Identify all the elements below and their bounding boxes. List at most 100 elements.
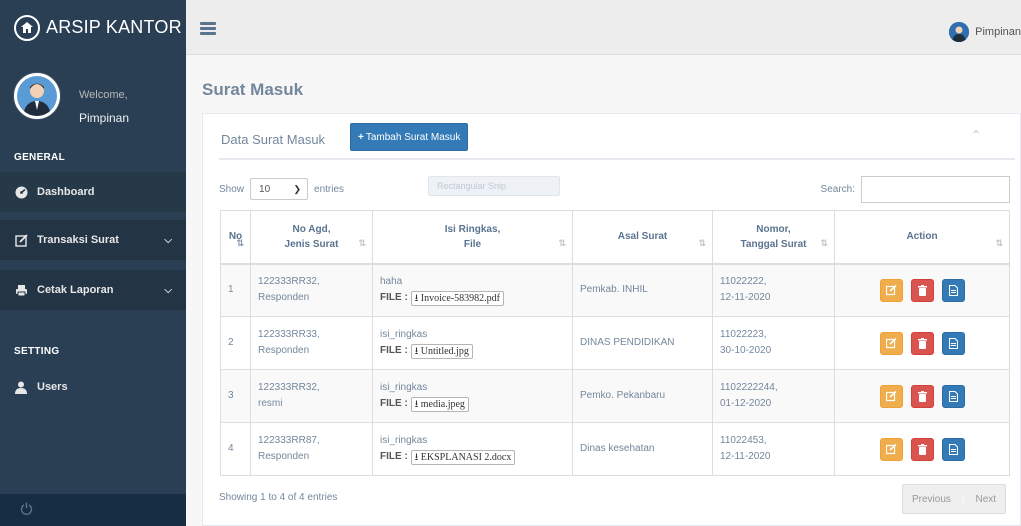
file-icon <box>948 284 958 296</box>
detail-button[interactable] <box>941 278 965 302</box>
power-icon[interactable] <box>20 502 33 518</box>
detail-button[interactable] <box>941 384 965 408</box>
header-isi[interactable]: Isi Ringkas, File ⇅ <box>372 210 573 265</box>
avatar <box>949 22 970 42</box>
header-nomor[interactable]: Nomor, Tanggal Surat ⇅ <box>712 210 835 265</box>
search-input[interactable] <box>861 176 1010 203</box>
cell-asal: Dinas kesehatan <box>572 422 713 476</box>
table-info: Showing 1 to 4 of 4 entries <box>219 492 338 503</box>
cell-action <box>834 369 1010 423</box>
chevron-down-icon: ❯ <box>293 183 302 194</box>
chevron-down-icon: ⌵ <box>164 284 172 296</box>
file-download-link[interactable]: ⭳ Invoice-583982.pdf <box>410 290 504 306</box>
plus-icon: + <box>358 131 364 143</box>
cell-agd: 122333RR87, Responden <box>250 422 373 476</box>
sidebar-item-users[interactable]: Users <box>0 367 186 407</box>
section-general: GENERAL <box>14 152 65 163</box>
show-label: Show <box>219 183 245 195</box>
cell-isi: isi_ringkas FILE : ⭳ EKSPLANASI 2.docx <box>372 422 573 476</box>
edit-icon <box>885 443 897 454</box>
detail-button[interactable] <box>941 331 965 355</box>
sidebar: ARSIP KANTOR Welcome, Pimpinan GENERAL D… <box>0 0 186 526</box>
edit-button[interactable] <box>879 437 903 461</box>
edit-button[interactable] <box>879 331 903 355</box>
detail-button[interactable] <box>941 437 965 461</box>
delete-button[interactable] <box>910 331 934 355</box>
sidebar-item-transaksi-surat[interactable]: Transaksi Surat ⌵ <box>0 220 186 260</box>
file-download-link[interactable]: ⭳ Untitled.jpg <box>410 343 473 359</box>
sidebar-item-cetak-laporan[interactable]: Cetak Laporan ⌵ <box>0 270 186 310</box>
menu-toggle-icon[interactable] <box>200 22 216 35</box>
user-menu[interactable]: Pimpinan <box>949 22 1021 42</box>
entries-label: entries <box>314 183 345 195</box>
edit-button[interactable] <box>879 278 903 302</box>
table-header-row: No ⇅ No Agd, Jenis Surat ⇅ Isi Ringkas, … <box>220 210 1010 265</box>
cell-isi: haha FILE : ⭳ Invoice-583982.pdf <box>372 263 573 317</box>
trash-icon <box>917 443 927 455</box>
trash-icon <box>917 390 927 402</box>
next-button[interactable]: Next <box>967 485 1006 513</box>
sidebar-item-label: Cetak Laporan <box>37 284 114 296</box>
search-control: Search: <box>821 176 1010 203</box>
page-size-select[interactable]: 10 ❯ <box>250 178 309 200</box>
header-agd[interactable]: No Agd, Jenis Surat ⇅ <box>250 210 373 265</box>
file-download-link[interactable]: ⭳ EKSPLANASI 2.docx <box>410 449 516 465</box>
user-icon <box>14 381 28 394</box>
delete-button[interactable] <box>910 384 934 408</box>
chevron-up-icon[interactable]: ⌃ <box>971 128 981 142</box>
download-icon: ⭳ <box>414 292 419 304</box>
delete-button[interactable] <box>910 278 934 302</box>
cell-agd: 122333RR32, resmi <box>250 369 373 423</box>
brand[interactable]: ARSIP KANTOR <box>0 0 186 55</box>
previous-button[interactable]: Previous <box>903 485 960 513</box>
pagination-divider: | <box>961 493 965 505</box>
sort-asc-icon: ⇅ <box>236 237 244 248</box>
trash-icon <box>917 284 927 296</box>
app-title: ARSIP KANTOR <box>46 17 182 37</box>
panel-title: Data Surat Masuk <box>221 132 326 147</box>
pagination: Previous | Next <box>902 484 1007 514</box>
sidebar-item-dashboard[interactable]: Dashboard <box>0 172 186 212</box>
add-button-label: Tambah Surat Masuk <box>365 131 461 143</box>
download-icon: ⭳ <box>414 345 419 357</box>
cell-action <box>834 316 1010 370</box>
file-icon <box>948 390 958 402</box>
file-download-link[interactable]: ⭳ media.jpeg <box>410 396 469 412</box>
edit-icon <box>14 233 28 247</box>
header-asal[interactable]: Asal Surat ⇅ <box>572 210 713 265</box>
cell-asal: Pemkab. INHIL <box>572 263 713 317</box>
snip-tooltip-label: Rectangular Snip <box>437 181 507 191</box>
panel-header: Data Surat Masuk + Tambah Surat Masuk ⌃ <box>219 122 1015 160</box>
cell-no: 2 <box>220 316 251 370</box>
cell-nomor: 11022222, 12-11-2020 <box>712 263 835 317</box>
cell-nomor: 11022453, 12-11-2020 <box>712 422 835 476</box>
sort-icon: ⇅ <box>698 237 706 248</box>
add-surat-masuk-button[interactable]: + Tambah Surat Masuk <box>350 123 469 151</box>
cell-no: 1 <box>220 263 251 317</box>
surat-masuk-table: No ⇅ No Agd, Jenis Surat ⇅ Isi Ringkas, … <box>220 210 1010 476</box>
welcome-text: Welcome, <box>79 89 128 101</box>
download-icon: ⭳ <box>414 451 419 463</box>
page-length-control: Show 10 ❯ entries <box>219 178 344 200</box>
sidebar-footer <box>0 494 186 526</box>
data-panel: Data Surat Masuk + Tambah Surat Masuk ⌃ … <box>202 113 1021 526</box>
sort-icon: ⇅ <box>820 237 828 248</box>
delete-button[interactable] <box>910 437 934 461</box>
edit-icon <box>885 337 897 348</box>
cell-nomor: 11022223, 30-10-2020 <box>712 316 835 370</box>
cell-asal: DINAS PENDIDIKAN <box>572 316 713 370</box>
table-row: 4 122333RR87, Responden isi_ringkas FILE … <box>220 422 1010 476</box>
header-action[interactable]: Action ⇅ <box>834 210 1010 265</box>
top-navbar: Pimpinan <box>186 0 1021 55</box>
header-no[interactable]: No ⇅ <box>220 210 251 265</box>
cell-no: 4 <box>220 422 251 476</box>
edit-icon <box>885 390 897 401</box>
avatar <box>14 73 60 119</box>
cell-asal: Pemko. Pekanbaru <box>572 369 713 423</box>
section-setting: SETTING <box>14 346 60 357</box>
cell-isi: isi_ringkas FILE : ⭳ Untitled.jpg <box>372 316 573 370</box>
chevron-down-icon: ⌵ <box>164 234 172 246</box>
edit-button[interactable] <box>879 384 903 408</box>
page-size-value: 10 <box>259 183 271 195</box>
cell-isi: isi_ringkas FILE : ⭳ media.jpeg <box>372 369 573 423</box>
